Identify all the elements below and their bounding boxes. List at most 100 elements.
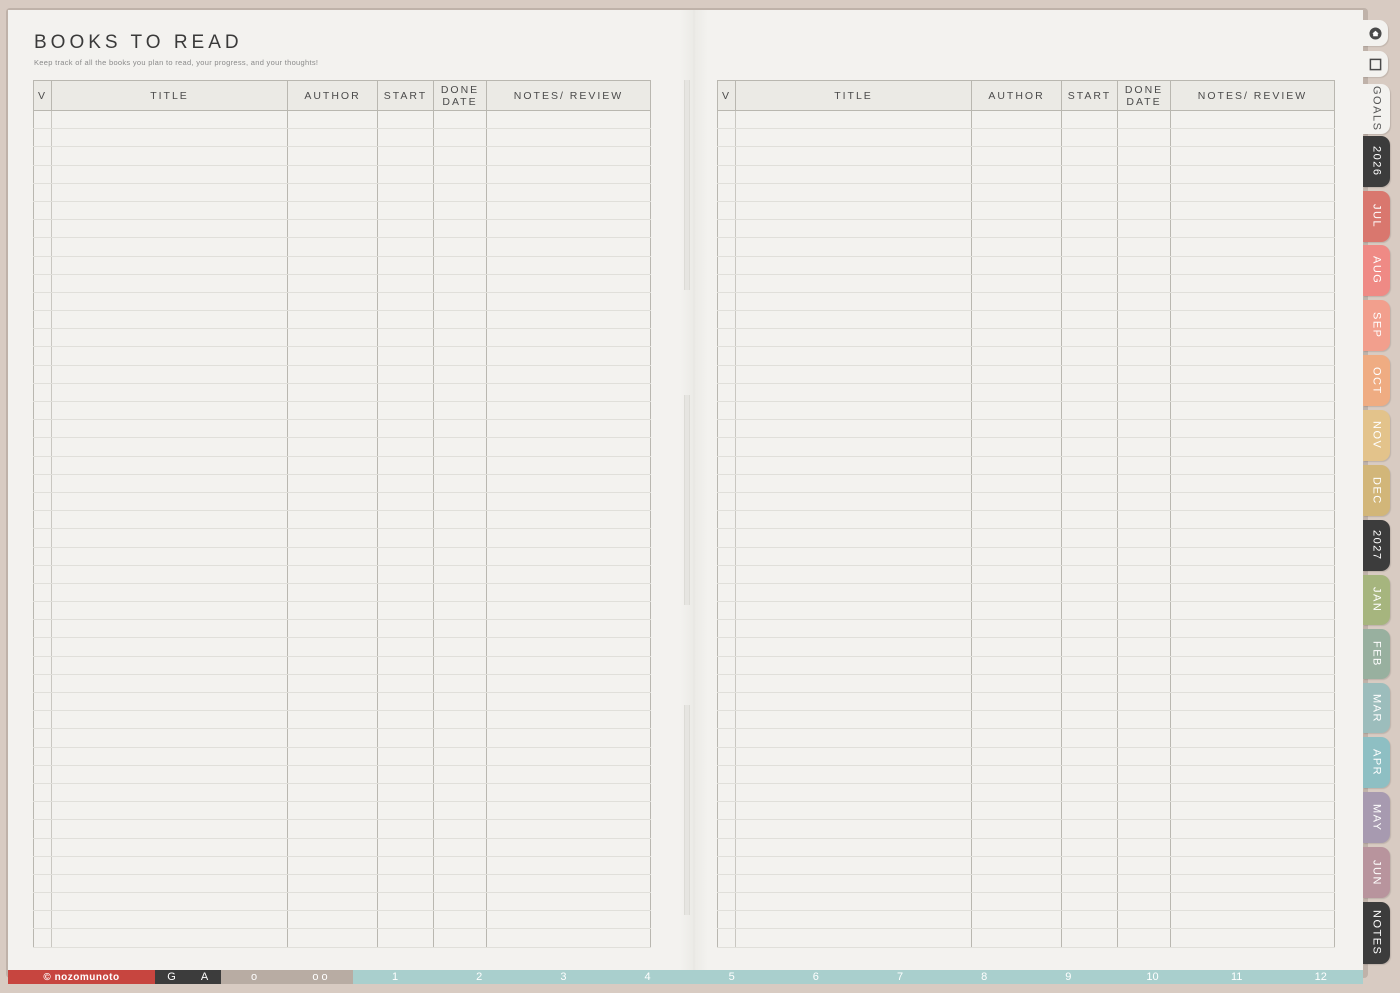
start-cell[interactable] [377, 474, 434, 493]
tab-feb[interactable]: FEB [1363, 629, 1390, 679]
notes-cell[interactable] [486, 838, 651, 857]
start-cell[interactable] [377, 928, 434, 948]
notes-cell[interactable] [486, 328, 651, 348]
start-cell[interactable] [1061, 383, 1118, 403]
start-cell[interactable] [377, 892, 434, 912]
author-cell[interactable] [971, 728, 1062, 748]
check-cell[interactable] [717, 401, 736, 421]
title-cell[interactable] [51, 256, 288, 275]
start-cell[interactable] [1061, 692, 1118, 712]
title-cell[interactable] [51, 346, 288, 366]
title-cell[interactable] [51, 892, 288, 912]
author-cell[interactable] [971, 928, 1062, 948]
start-cell[interactable] [1061, 910, 1118, 930]
notes-cell[interactable] [1170, 437, 1335, 457]
title-cell[interactable] [735, 928, 972, 948]
done-date-cell[interactable] [1117, 892, 1171, 912]
check-cell[interactable] [33, 274, 52, 293]
start-cell[interactable] [377, 183, 434, 202]
check-cell[interactable] [717, 437, 736, 457]
check-cell[interactable] [717, 183, 736, 202]
author-cell[interactable] [287, 128, 378, 148]
notes-cell[interactable] [486, 456, 651, 475]
done-date-cell[interactable] [433, 510, 487, 530]
author-cell[interactable] [971, 565, 1062, 584]
start-cell[interactable] [1061, 637, 1118, 657]
done-date-cell[interactable] [1117, 310, 1171, 330]
author-cell[interactable] [971, 165, 1062, 184]
check-cell[interactable] [33, 728, 52, 748]
done-date-cell[interactable] [1117, 165, 1171, 184]
notes-cell[interactable] [1170, 401, 1335, 421]
check-cell[interactable] [33, 201, 52, 221]
notes-cell[interactable] [1170, 256, 1335, 275]
notes-cell[interactable] [486, 783, 651, 803]
start-cell[interactable] [377, 910, 434, 930]
title-cell[interactable] [51, 528, 288, 548]
start-cell[interactable] [377, 219, 434, 239]
title-cell[interactable] [735, 819, 972, 839]
notes-cell[interactable] [486, 365, 651, 384]
notes-cell[interactable] [486, 656, 651, 675]
title-cell[interactable] [51, 856, 288, 875]
done-date-cell[interactable] [1117, 401, 1171, 421]
notes-cell[interactable] [486, 856, 651, 875]
notes-cell[interactable] [486, 601, 651, 621]
start-cell[interactable] [1061, 765, 1118, 784]
check-cell[interactable] [717, 710, 736, 730]
tab-2027[interactable]: 2027 [1363, 520, 1390, 571]
author-cell[interactable] [971, 874, 1062, 894]
start-cell[interactable] [377, 765, 434, 784]
author-cell[interactable] [971, 183, 1062, 202]
title-cell[interactable] [735, 692, 972, 712]
done-date-cell[interactable] [433, 583, 487, 603]
check-cell[interactable] [717, 874, 736, 894]
title-cell[interactable] [735, 365, 972, 384]
start-cell[interactable] [1061, 310, 1118, 330]
tab-goals[interactable]: GOALS [1363, 84, 1390, 134]
title-cell[interactable] [735, 383, 972, 403]
done-date-cell[interactable] [1117, 565, 1171, 584]
tab-may[interactable]: MAY [1363, 792, 1390, 843]
start-cell[interactable] [1061, 401, 1118, 421]
notes-cell[interactable] [486, 819, 651, 839]
title-cell[interactable] [735, 765, 972, 784]
start-cell[interactable] [1061, 256, 1118, 275]
start-cell[interactable] [377, 856, 434, 875]
title-cell[interactable] [51, 201, 288, 221]
author-cell[interactable] [971, 547, 1062, 566]
notes-cell[interactable] [1170, 419, 1335, 439]
tab-notes[interactable]: NOTES [1363, 902, 1390, 964]
done-date-cell[interactable] [433, 747, 487, 766]
check-cell[interactable] [33, 692, 52, 712]
bottom-month-link-9[interactable]: 10 [1146, 971, 1158, 983]
title-cell[interactable] [51, 510, 288, 530]
bottom-month-link-6[interactable]: 7 [897, 971, 903, 983]
start-cell[interactable] [1061, 274, 1118, 293]
start-cell[interactable] [377, 237, 434, 257]
start-cell[interactable] [1061, 874, 1118, 894]
notes-cell[interactable] [1170, 201, 1335, 221]
check-cell[interactable] [717, 910, 736, 930]
check-cell[interactable] [33, 183, 52, 202]
start-cell[interactable] [377, 728, 434, 748]
start-cell[interactable] [377, 547, 434, 566]
check-cell[interactable] [33, 474, 52, 493]
author-cell[interactable] [971, 619, 1062, 639]
author-cell[interactable] [971, 510, 1062, 530]
notes-cell[interactable] [486, 219, 651, 239]
title-cell[interactable] [51, 747, 288, 766]
notes-cell[interactable] [486, 274, 651, 293]
check-cell[interactable] [33, 165, 52, 184]
done-date-cell[interactable] [1117, 765, 1171, 784]
start-cell[interactable] [1061, 747, 1118, 766]
author-cell[interactable] [287, 146, 378, 166]
done-date-cell[interactable] [1117, 728, 1171, 748]
done-date-cell[interactable] [433, 838, 487, 857]
start-cell[interactable] [377, 692, 434, 712]
title-cell[interactable] [735, 419, 972, 439]
check-cell[interactable] [33, 838, 52, 857]
start-cell[interactable] [1061, 474, 1118, 493]
author-cell[interactable] [287, 201, 378, 221]
start-cell[interactable] [377, 510, 434, 530]
